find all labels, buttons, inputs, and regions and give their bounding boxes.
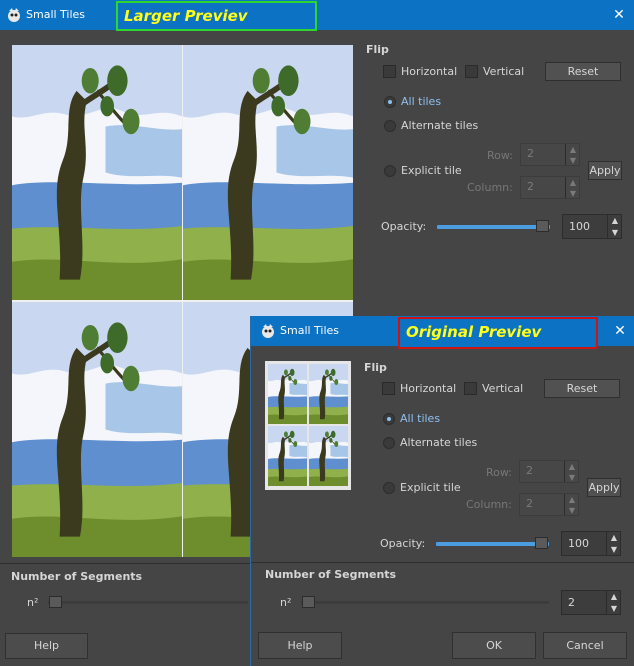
original-flip-label: Flip: [364, 361, 387, 374]
larger-annotation: Larger Previev: [116, 1, 317, 31]
original-opacity-spinner[interactable]: 100 ▲ ▼: [561, 531, 621, 556]
original-segments-label: Number of Segments: [265, 568, 397, 581]
larger-column-spinner[interactable]: 2 ▲ ▼: [520, 176, 580, 199]
original-reset-button[interactable]: Reset: [544, 379, 620, 398]
original-preview: [265, 361, 351, 490]
original-opacity-fill: [436, 542, 549, 546]
larger-vertical-label: Vertical: [483, 65, 525, 78]
larger-segments-thumb[interactable]: [49, 596, 62, 608]
spin-up-icon[interactable]: ▲: [607, 532, 621, 544]
larger-opacity-value: 100: [569, 220, 590, 233]
original-all-tiles-radio[interactable]: [383, 413, 395, 425]
original-opacity-value: 100: [568, 537, 589, 550]
larger-opacity-fill: [437, 225, 550, 229]
larger-all-tiles-label: All tiles: [401, 95, 442, 108]
preview-tile: [183, 45, 353, 300]
larger-n2-label: n²: [27, 596, 39, 609]
original-horizontal-label: Horizontal: [400, 382, 457, 395]
larger-row-value: 2: [527, 147, 534, 160]
larger-column-value: 2: [527, 180, 534, 193]
original-column-spinner[interactable]: 2 ▲ ▼: [519, 493, 579, 516]
original-close-icon[interactable]: ✕: [609, 320, 631, 342]
spin-up-icon[interactable]: ▲: [566, 177, 580, 188]
spin-down-icon[interactable]: ▼: [566, 188, 580, 199]
gimp-logo-icon: [262, 324, 274, 338]
larger-reset-button[interactable]: Reset: [545, 62, 621, 81]
spin-up-icon[interactable]: ▲: [565, 494, 579, 505]
larger-segments-track[interactable]: [48, 601, 248, 604]
original-apply-button[interactable]: Apply: [587, 478, 621, 497]
spin-up-icon[interactable]: ▲: [607, 591, 621, 603]
larger-apply-button[interactable]: Apply: [588, 161, 622, 180]
preview-tile: [12, 302, 182, 557]
original-annotation: Original Previev: [398, 317, 598, 349]
original-alternate-tiles-radio[interactable]: [383, 437, 395, 449]
spin-down-icon[interactable]: ▼: [565, 472, 579, 483]
preview-tile: [309, 364, 348, 424]
original-ok-button[interactable]: OK: [452, 632, 536, 659]
larger-alternate-tiles-radio[interactable]: [384, 120, 396, 132]
larger-vertical-checkbox[interactable]: [465, 65, 478, 78]
original-separator: [251, 562, 634, 563]
original-segments-thumb[interactable]: [302, 596, 315, 608]
preview-tile: [268, 426, 307, 486]
original-all-tiles-label: All tiles: [400, 412, 441, 425]
original-segments-track[interactable]: [301, 601, 549, 604]
larger-row-label: Row:: [487, 149, 513, 162]
larger-titlebar: Small Tiles ✕: [0, 0, 634, 30]
preview-tile: [268, 364, 307, 424]
original-help-button[interactable]: Help: [258, 632, 342, 659]
larger-help-button[interactable]: Help: [5, 633, 88, 659]
original-row-value: 2: [526, 464, 533, 477]
larger-segments-label: Number of Segments: [11, 570, 143, 583]
larger-explicit-tile-label: Explicit tile: [401, 164, 462, 177]
original-alternate-tiles-label: Alternate tiles: [400, 436, 478, 449]
larger-alternate-tiles-label: Alternate tiles: [401, 119, 479, 132]
larger-column-label: Column:: [467, 181, 513, 194]
larger-flip-label: Flip: [366, 43, 389, 56]
larger-all-tiles-radio[interactable]: [384, 96, 396, 108]
preview-tile: [12, 45, 182, 300]
original-explicit-tile-label: Explicit tile: [400, 481, 461, 494]
larger-opacity-thumb[interactable]: [536, 220, 549, 232]
spin-down-icon[interactable]: ▼: [607, 544, 621, 556]
spin-down-icon[interactable]: ▼: [608, 227, 622, 239]
larger-title: Small Tiles: [26, 8, 86, 21]
original-column-label: Column:: [466, 498, 512, 511]
original-explicit-tile-radio[interactable]: [383, 482, 395, 494]
larger-horizontal-label: Horizontal: [401, 65, 458, 78]
larger-opacity-label: Opacity:: [381, 220, 427, 233]
larger-opacity-spinner[interactable]: 100 ▲ ▼: [562, 214, 622, 239]
larger-horizontal-checkbox[interactable]: [383, 65, 396, 78]
spin-down-icon[interactable]: ▼: [565, 505, 579, 516]
spin-up-icon[interactable]: ▲: [565, 461, 579, 472]
spin-down-icon[interactable]: ▼: [566, 155, 580, 166]
original-row-label: Row:: [486, 466, 512, 479]
original-opacity-label: Opacity:: [380, 537, 426, 550]
original-n2-label: n²: [280, 596, 292, 609]
original-dialog: Small Tiles ✕ Original Previev Flip Hori…: [250, 316, 634, 666]
larger-explicit-tile-radio[interactable]: [384, 165, 396, 177]
spin-up-icon[interactable]: ▲: [566, 144, 580, 155]
original-cancel-button[interactable]: Cancel: [543, 632, 627, 659]
original-row-spinner[interactable]: 2 ▲ ▼: [519, 460, 579, 483]
spin-up-icon[interactable]: ▲: [608, 215, 622, 227]
original-segments-value: 2: [568, 596, 575, 609]
original-segments-spinner[interactable]: 2 ▲ ▼: [561, 590, 621, 615]
spin-down-icon[interactable]: ▼: [607, 603, 621, 615]
gimp-logo-icon: [8, 8, 20, 22]
larger-row-spinner[interactable]: 2 ▲ ▼: [520, 143, 580, 166]
original-opacity-thumb[interactable]: [535, 537, 548, 549]
original-vertical-checkbox[interactable]: [464, 382, 477, 395]
larger-close-icon[interactable]: ✕: [608, 4, 630, 26]
preview-tile: [309, 426, 348, 486]
original-title: Small Tiles: [280, 324, 340, 337]
original-vertical-label: Vertical: [482, 382, 524, 395]
original-column-value: 2: [526, 497, 533, 510]
original-horizontal-checkbox[interactable]: [382, 382, 395, 395]
